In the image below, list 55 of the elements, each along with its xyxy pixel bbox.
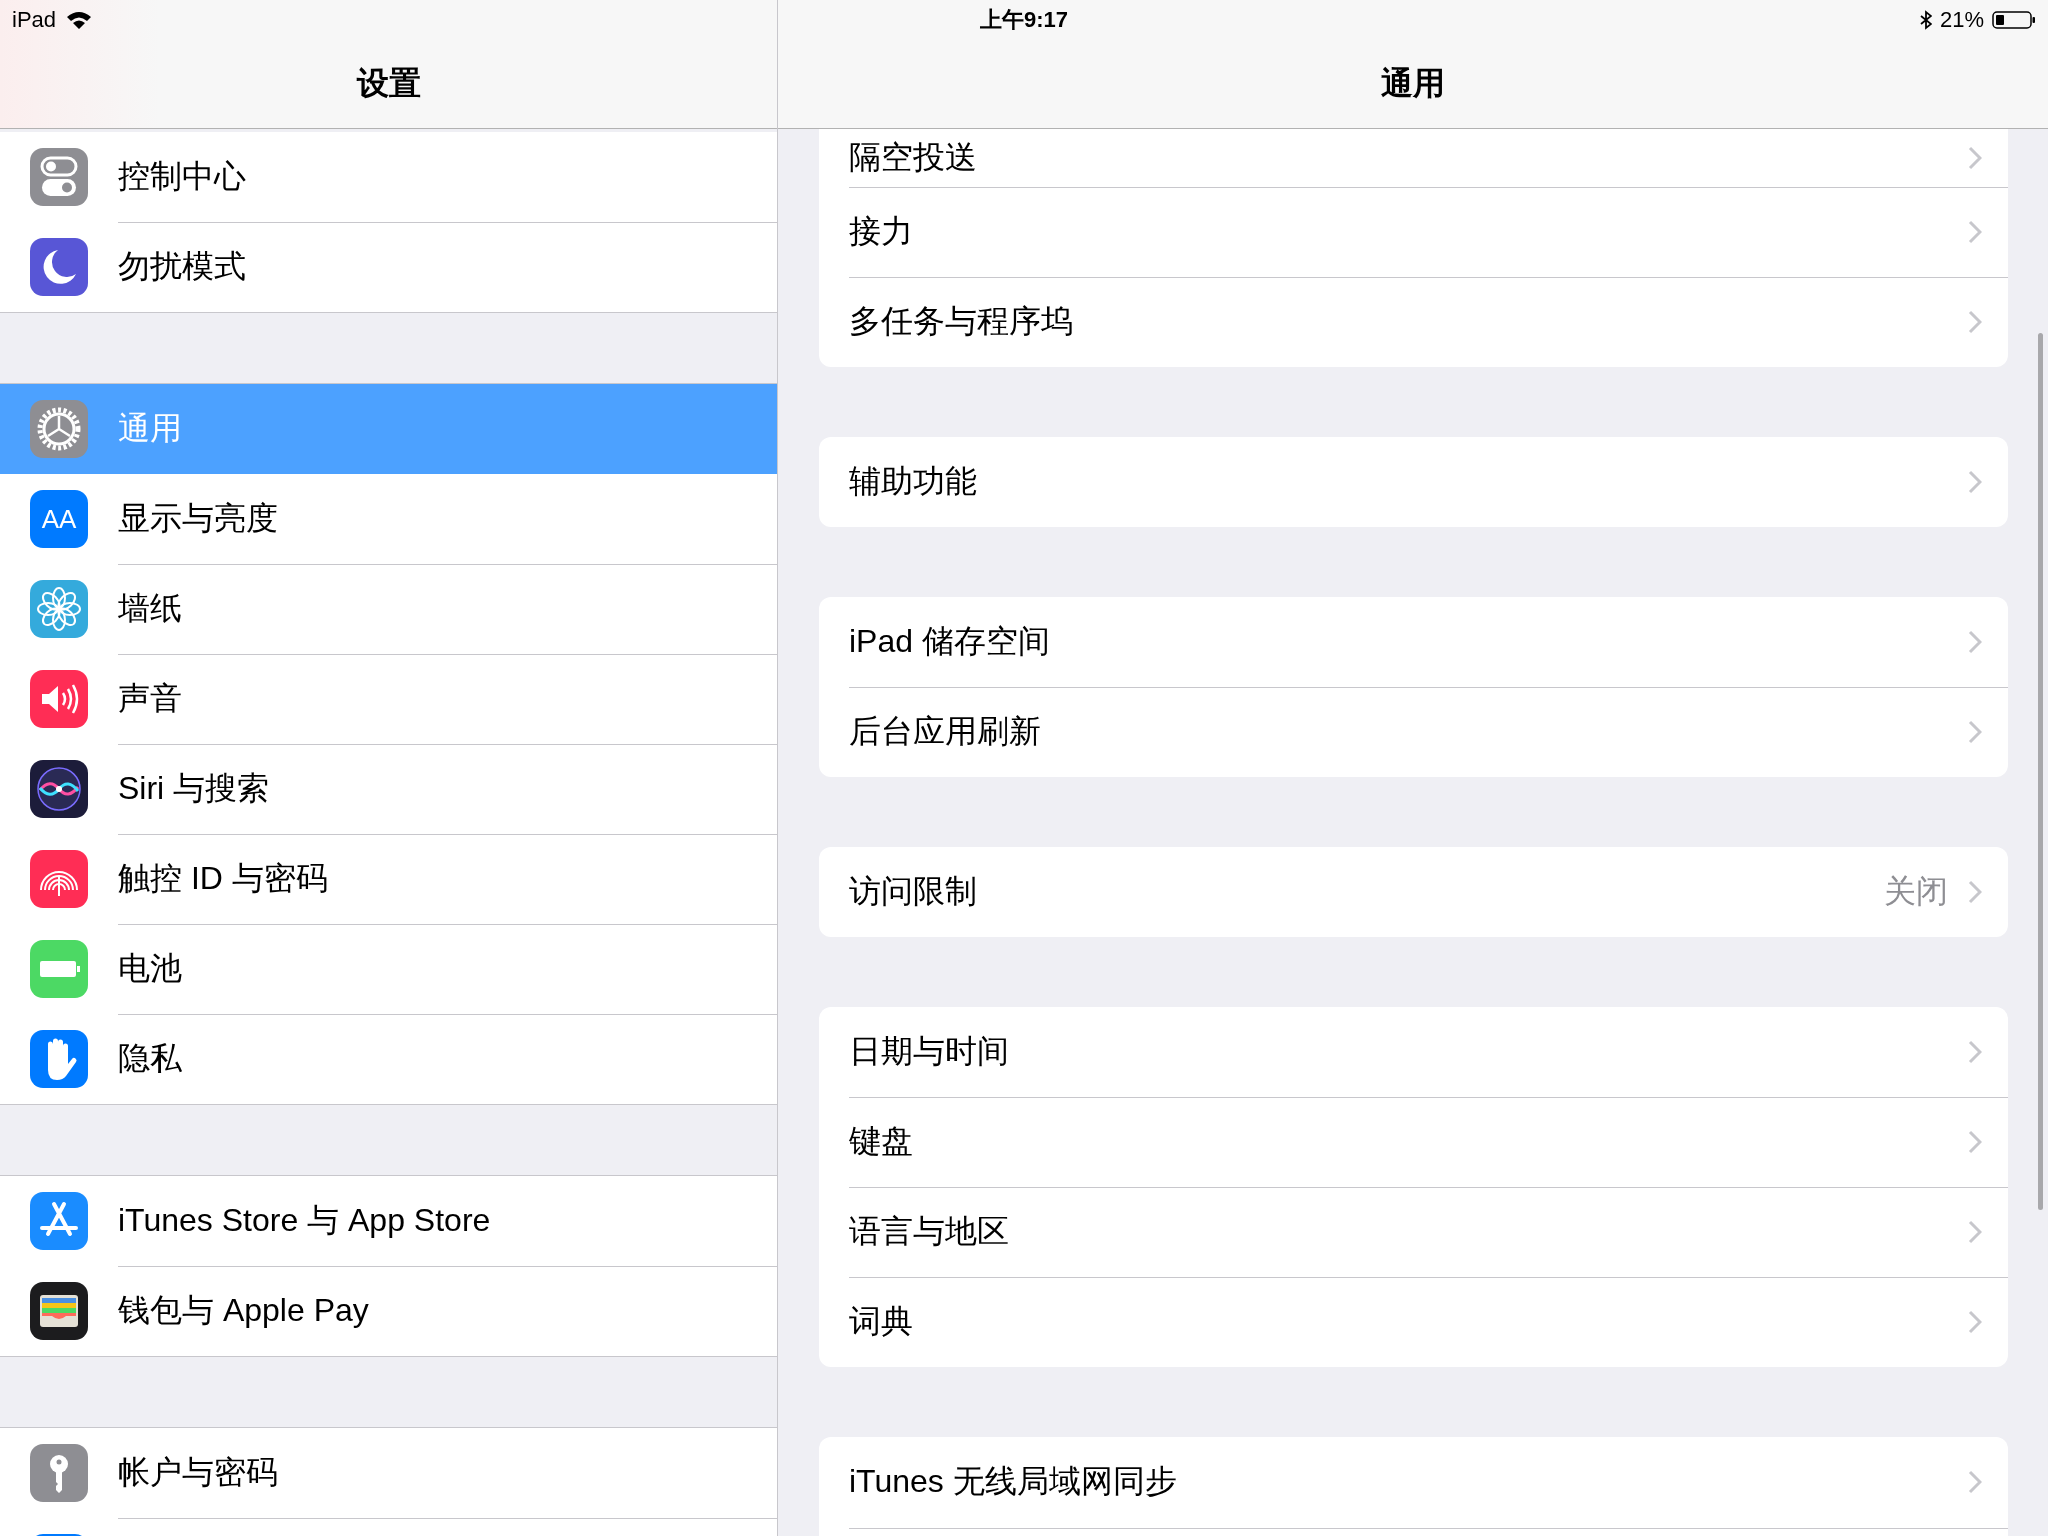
fingerprint-icon: [30, 850, 88, 908]
settings-item[interactable]: 勿扰模式: [0, 222, 777, 312]
display-icon: AA: [30, 490, 88, 548]
chevron-icon: [1968, 1310, 1982, 1334]
battery-icon: [30, 940, 88, 998]
sidebar-title: 设置: [356, 64, 421, 103]
settings-row[interactable]: 后台应用刷新: [819, 687, 2008, 777]
settings-row[interactable]: 多任务与程序坞: [819, 277, 2008, 367]
speaker-icon: [30, 670, 88, 728]
chevron-icon: [1968, 1220, 1982, 1244]
settings-row[interactable]: iPad 储存空间: [819, 597, 2008, 687]
settings-item[interactable]: AA 显示与亮度: [0, 474, 777, 564]
flower-icon: [30, 580, 88, 638]
chevron-icon: [1968, 720, 1982, 744]
settings-item[interactable]: 声音: [0, 654, 777, 744]
hand-icon: [30, 1030, 88, 1088]
device-name: iPad: [12, 7, 57, 33]
chevron-icon: [1968, 220, 1982, 244]
moon-icon: [30, 238, 88, 296]
settings-row[interactable]: 语言与地区: [819, 1187, 2008, 1277]
settings-item[interactable]: 控制中心: [0, 132, 777, 222]
page-title: 通用: [1381, 64, 1445, 103]
chevron-icon: [1968, 1470, 1982, 1494]
settings-item[interactable]: Siri 与搜索: [0, 744, 777, 834]
status-time: 上午9:17: [980, 6, 1069, 34]
settings-item[interactable]: 墙纸: [0, 564, 777, 654]
chevron-icon: [1968, 470, 1982, 494]
gear-icon: [30, 400, 88, 458]
chevron-icon: [1968, 630, 1982, 654]
wifi-icon: [66, 10, 93, 30]
chevron-icon: [1968, 146, 1982, 170]
battery-icon: [1992, 10, 2036, 30]
chevron-icon: [1968, 1040, 1982, 1064]
wallet-icon: [30, 1282, 88, 1340]
settings-item[interactable]: 钱包与 Apple Pay: [0, 1266, 777, 1356]
settings-row[interactable]: 词典: [819, 1277, 2008, 1367]
chevron-icon: [1968, 1130, 1982, 1154]
toggles-icon: [30, 148, 88, 206]
settings-item[interactable]: iTunes Store 与 App Store: [0, 1176, 777, 1266]
bluetooth-icon: [1919, 10, 1932, 30]
siri-icon: [30, 760, 88, 818]
settings-row[interactable]: 隔空投送: [819, 129, 2008, 187]
settings-item[interactable]: 隐私: [0, 1014, 777, 1104]
settings-row[interactable]: 日期与时间: [819, 1007, 2008, 1097]
chevron-icon: [1968, 310, 1982, 334]
battery-percent: 21%: [1939, 7, 1984, 33]
settings-row[interactable]: 访问限制 关闭: [819, 847, 2008, 937]
app-store-icon: [30, 1192, 88, 1250]
settings-item[interactable]: 电池: [0, 924, 777, 1014]
key-icon: [30, 1444, 88, 1502]
settings-item[interactable]: 触控 ID 与密码: [0, 834, 777, 924]
settings-row[interactable]: 键盘: [819, 1097, 2008, 1187]
settings-row[interactable]: 接力: [819, 187, 2008, 277]
chevron-icon: [1968, 880, 1982, 904]
settings-row[interactable]: 辅助功能: [819, 437, 2008, 527]
